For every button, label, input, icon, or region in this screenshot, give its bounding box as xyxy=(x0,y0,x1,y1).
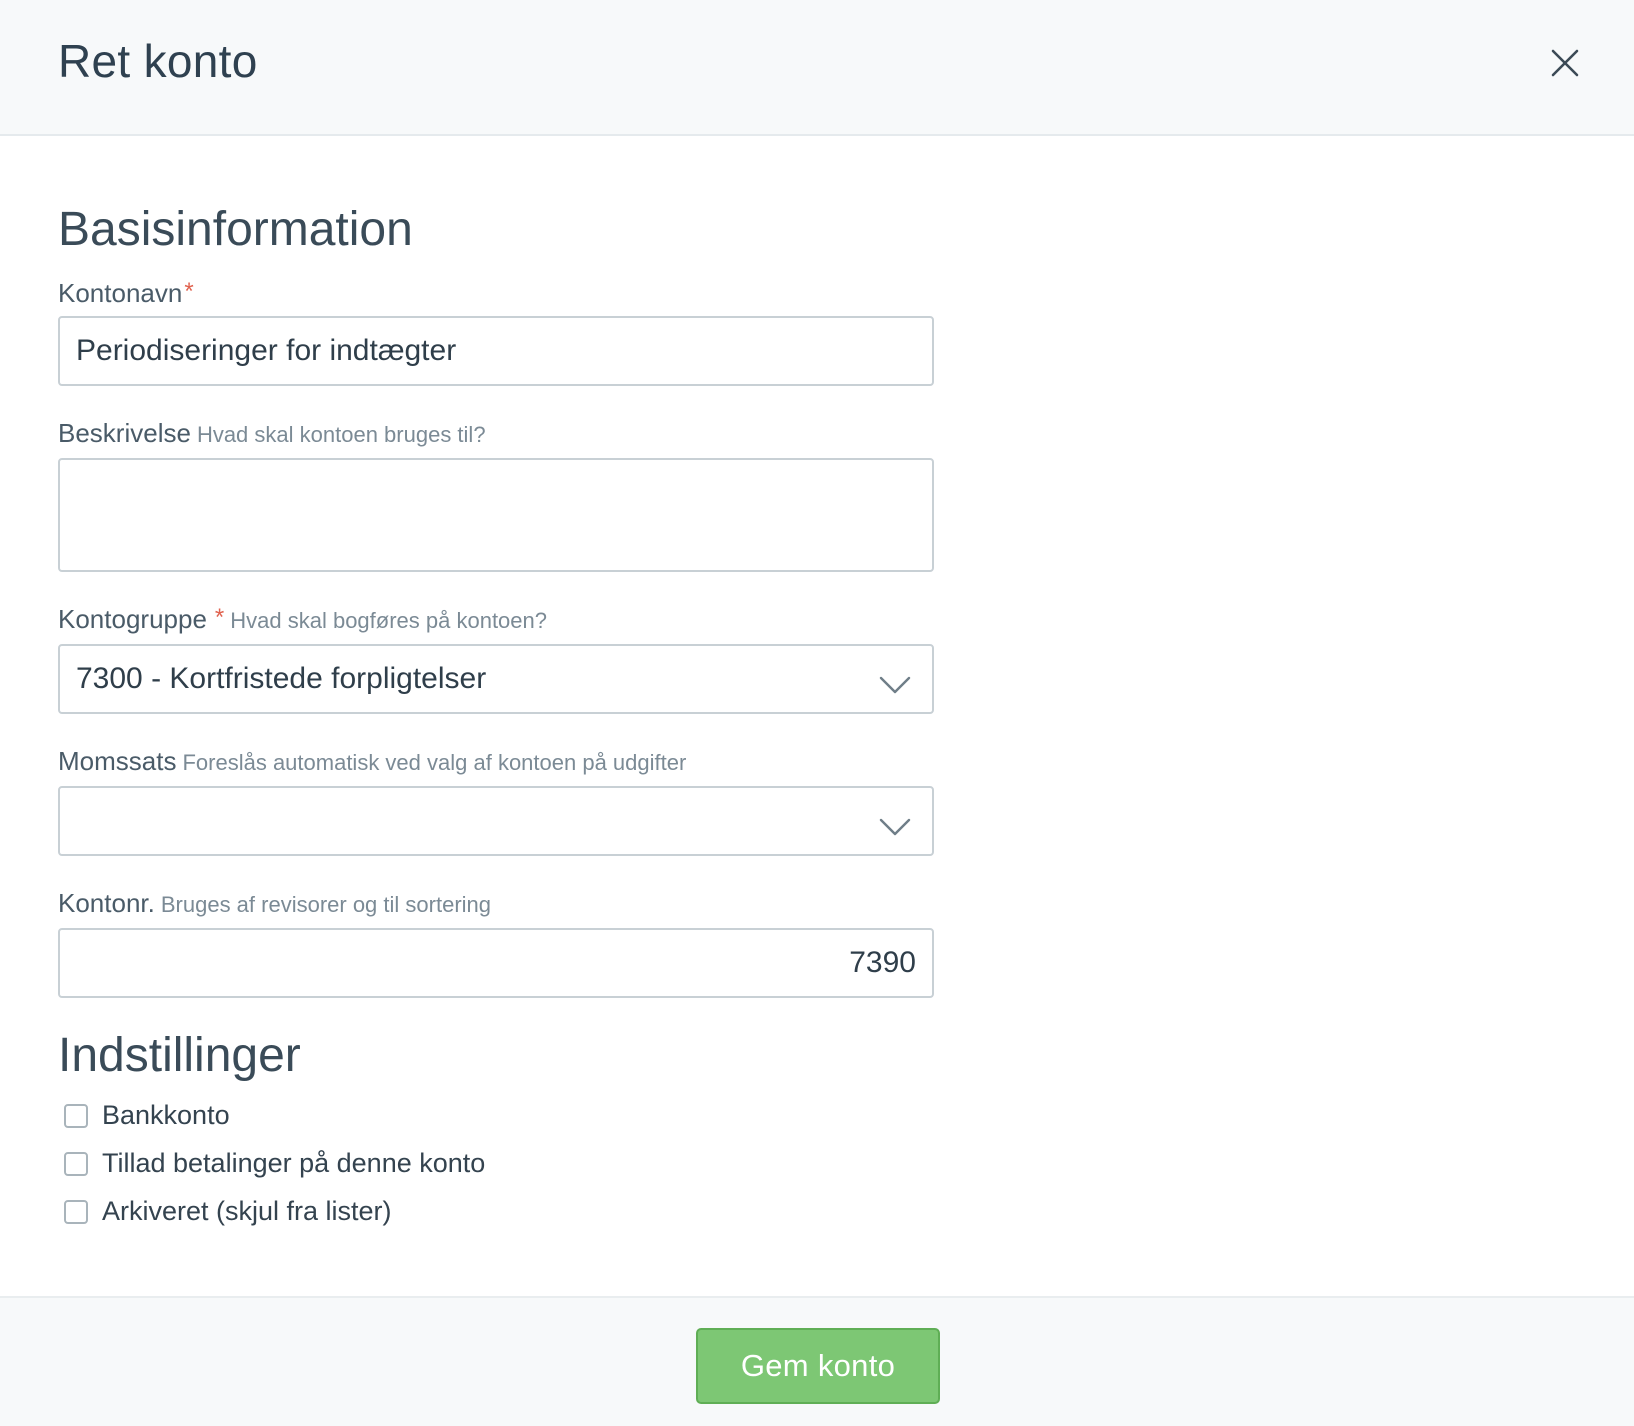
bank-account-checkbox[interactable] xyxy=(64,1103,88,1128)
account-number-input[interactable]: 7390 xyxy=(58,928,934,998)
dialog-footer: Gem konto xyxy=(0,1296,1634,1426)
archived-label: Arkiveret (skjul fra lister) xyxy=(102,1196,392,1226)
allow-payments-checkbox[interactable] xyxy=(64,1151,88,1176)
account-group-select[interactable]: 7300 - Kortfristede forpligtelser xyxy=(58,644,934,714)
account-group-help: Hvad skal bogføres på kontoen? xyxy=(230,608,547,633)
section-title-basis: Basisinformation xyxy=(58,203,413,256)
section-title-settings: Indstillinger xyxy=(58,1029,301,1082)
required-mark: * xyxy=(214,604,225,631)
description-label-text: Beskrivelse xyxy=(58,418,191,448)
description-textarea[interactable] xyxy=(58,458,934,572)
chevron-down-icon xyxy=(878,811,912,836)
bank-account-label: Bankkonto xyxy=(102,1100,230,1130)
save-account-button[interactable]: Gem konto xyxy=(696,1328,940,1404)
required-mark: * xyxy=(184,278,194,305)
close-button[interactable] xyxy=(1548,48,1582,82)
vat-rate-label-text: Momssats xyxy=(58,746,177,776)
account-name-input[interactable]: Periodiseringer for indtægter xyxy=(58,316,934,386)
option-bank-account[interactable]: Bankkonto xyxy=(64,1100,230,1131)
account-number-value: 7390 xyxy=(849,946,916,979)
vat-rate-label: Momssats Foreslås automatisk ved valg af … xyxy=(58,746,686,777)
description-help: Hvad skal kontoen bruges til? xyxy=(196,422,486,447)
account-group-selected: 7300 - Kortfristede forpligtelser xyxy=(76,662,487,695)
account-group-label-text: Kontogruppe xyxy=(58,604,207,634)
option-archived[interactable]: Arkiveret (skjul fra lister) xyxy=(64,1196,392,1227)
option-allow-payments[interactable]: Tillad betalinger på denne konto xyxy=(64,1148,485,1179)
close-icon xyxy=(1551,49,1579,82)
edit-account-dialog: Ret konto Basisinformation Kontonavn* Pe… xyxy=(0,0,1634,1426)
account-name-label: Kontonavn* xyxy=(58,278,194,309)
account-number-help: Bruges af revisorer og til sortering xyxy=(160,892,491,917)
account-group-label: Kontogruppe * Hvad skal bogføres på kontoe… xyxy=(58,604,547,635)
account-name-value: Periodiseringer for indtægter xyxy=(76,334,457,367)
vat-rate-help: Foreslås automatisk ved valg af kontoen … xyxy=(182,750,687,775)
allow-payments-label: Tillad betalinger på denne konto xyxy=(102,1148,486,1178)
description-label: Beskrivelse Hvad skal kontoen bruges til? xyxy=(58,418,486,449)
dialog-title: Ret konto xyxy=(58,35,258,87)
dialog-header: Ret konto xyxy=(0,0,1634,136)
account-number-label-text: Kontonr. xyxy=(58,888,155,918)
archived-checkbox[interactable] xyxy=(64,1199,88,1224)
vat-rate-select[interactable] xyxy=(58,786,934,856)
chevron-down-icon xyxy=(878,669,912,694)
account-number-label: Kontonr. Bruges af revisorer og til sorte… xyxy=(58,888,491,919)
account-name-label-text: Kontonavn xyxy=(58,278,183,308)
